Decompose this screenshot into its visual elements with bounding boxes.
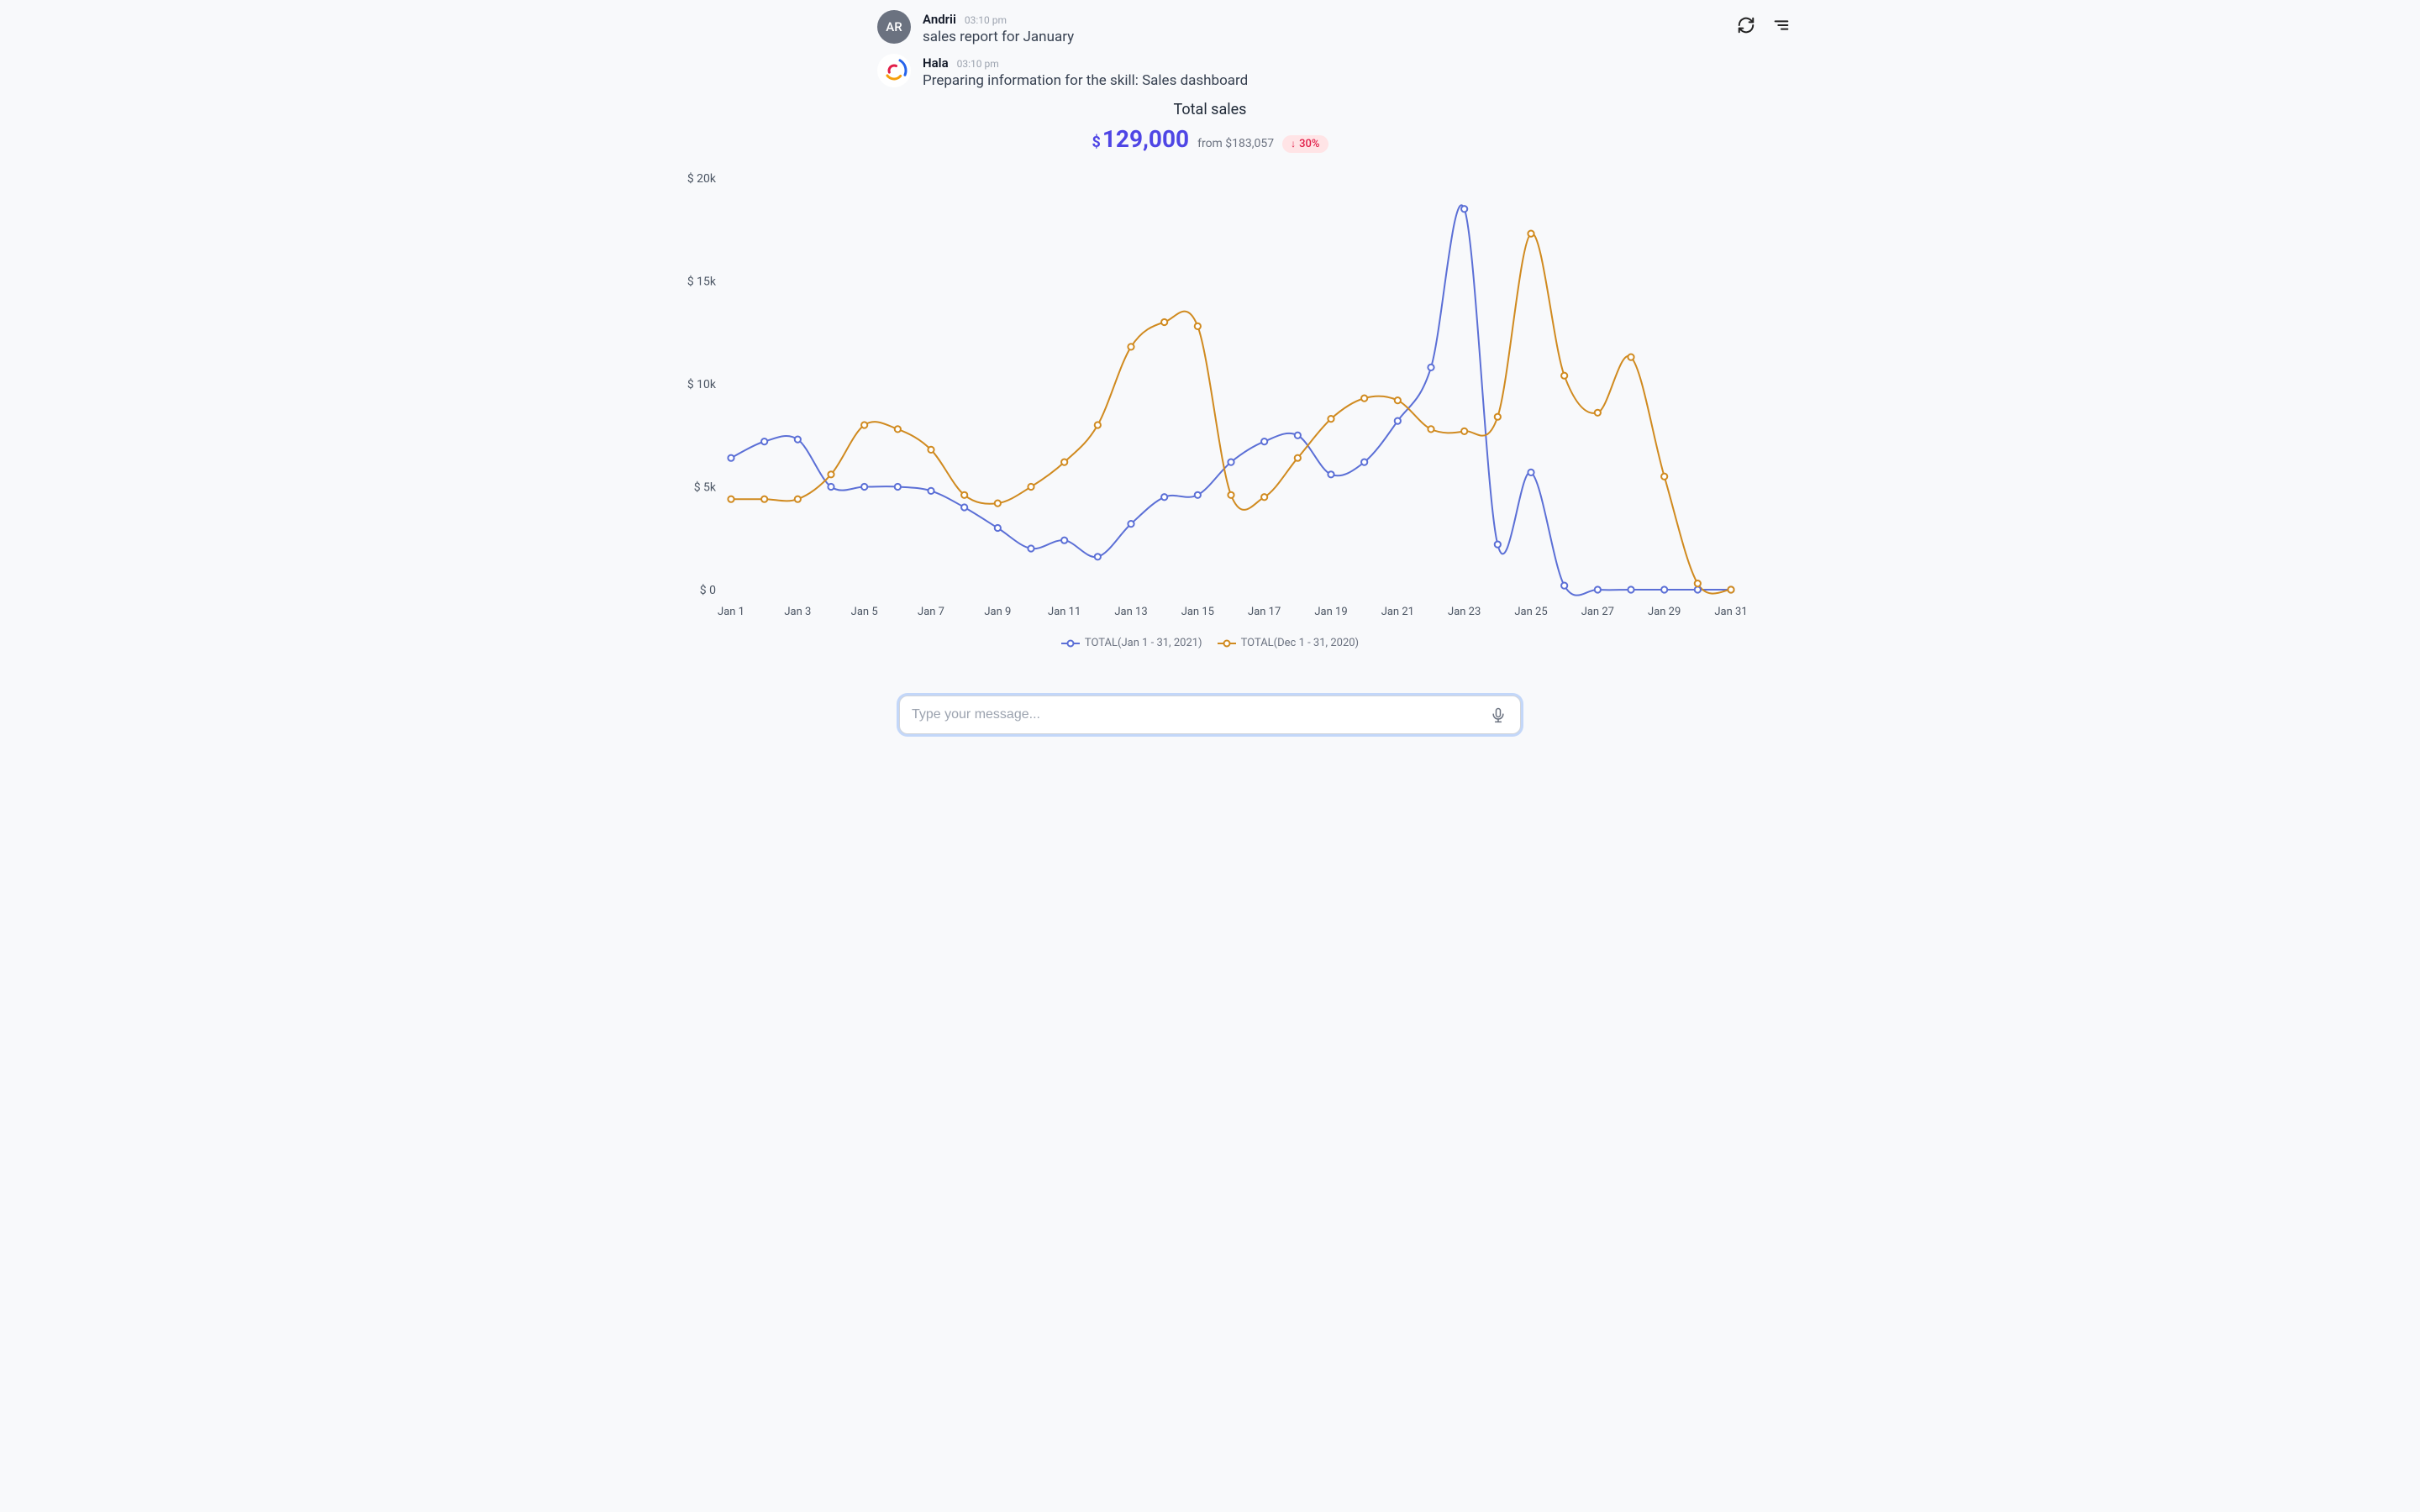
svg-text:Jan 9: Jan 9: [984, 606, 1011, 618]
svg-text:$ 15k: $ 15k: [687, 275, 717, 289]
msg-author: Andrii: [923, 12, 956, 27]
svg-text:$ 5k: $ 5k: [694, 480, 717, 495]
chart-legend: TOTAL(Jan 1 - 31, 2021) TOTAL(Dec 1 - 31…: [672, 637, 1748, 649]
svg-text:Jan 3: Jan 3: [784, 606, 811, 618]
svg-text:Jan 7: Jan 7: [918, 606, 944, 618]
legend-series-2: TOTAL(Dec 1 - 31, 2020): [1241, 637, 1360, 649]
dashboard-metric: $ 129,000 from $183,057 ↓ 30%: [672, 125, 1748, 153]
menu-icon[interactable]: [1771, 15, 1791, 35]
svg-text:Jan 5: Jan 5: [851, 606, 878, 618]
message-bot: Hala 03:10 pm Preparing information for …: [877, 54, 1739, 89]
svg-text:Jan 11: Jan 11: [1048, 606, 1081, 618]
svg-text:Jan 17: Jan 17: [1248, 606, 1281, 618]
svg-text:$ 10k: $ 10k: [687, 377, 717, 391]
svg-text:$ 0: $ 0: [700, 583, 716, 597]
msg-text: sales report for January: [923, 29, 1074, 45]
svg-text:Jan 15: Jan 15: [1181, 606, 1214, 618]
microphone-icon[interactable]: [1488, 705, 1508, 725]
svg-text:$ 20k: $ 20k: [687, 171, 717, 186]
metric-currency: $: [1092, 134, 1100, 151]
dashboard-title: Total sales: [672, 101, 1748, 118]
msg-author: Hala: [923, 55, 949, 71]
svg-text:Jan 1: Jan 1: [718, 606, 744, 618]
msg-time: 03:10 pm: [965, 14, 1007, 26]
svg-text:Jan 23: Jan 23: [1448, 606, 1481, 618]
msg-text: Preparing information for the skill: Sal…: [923, 72, 1248, 89]
msg-time: 03:10 pm: [957, 58, 999, 70]
message-input-bar: [899, 696, 1521, 734]
svg-text:Jan 13: Jan 13: [1114, 606, 1147, 618]
svg-text:Jan 19: Jan 19: [1314, 606, 1347, 618]
arrow-down-icon: ↓: [1291, 138, 1296, 150]
svg-text:Jan 31: Jan 31: [1714, 606, 1747, 618]
avatar: AR: [877, 10, 911, 44]
svg-text:Jan 21: Jan 21: [1381, 606, 1414, 618]
avatar-initials: AR: [886, 19, 902, 34]
change-pct: 30%: [1299, 138, 1319, 150]
svg-text:Jan 27: Jan 27: [1581, 606, 1614, 618]
metric-from: from $183,057: [1197, 137, 1274, 150]
change-badge: ↓ 30%: [1282, 135, 1328, 153]
sales-chart: $ 0 $ 5k $ 10k $ 15k $ 20k Jan 1 Jan 3 Jan 5 Jan…: [672, 161, 1748, 632]
svg-text:Jan 25: Jan 25: [1514, 606, 1547, 618]
avatar: [877, 54, 911, 87]
legend-series-1: TOTAL(Jan 1 - 31, 2021): [1085, 637, 1202, 649]
svg-text:Jan 29: Jan 29: [1648, 606, 1681, 618]
message-input[interactable]: [912, 707, 1488, 722]
metric-value: 129,000: [1102, 125, 1189, 153]
message-user: AR Andrii 03:10 pm sales report for Janu…: [877, 10, 1739, 45]
